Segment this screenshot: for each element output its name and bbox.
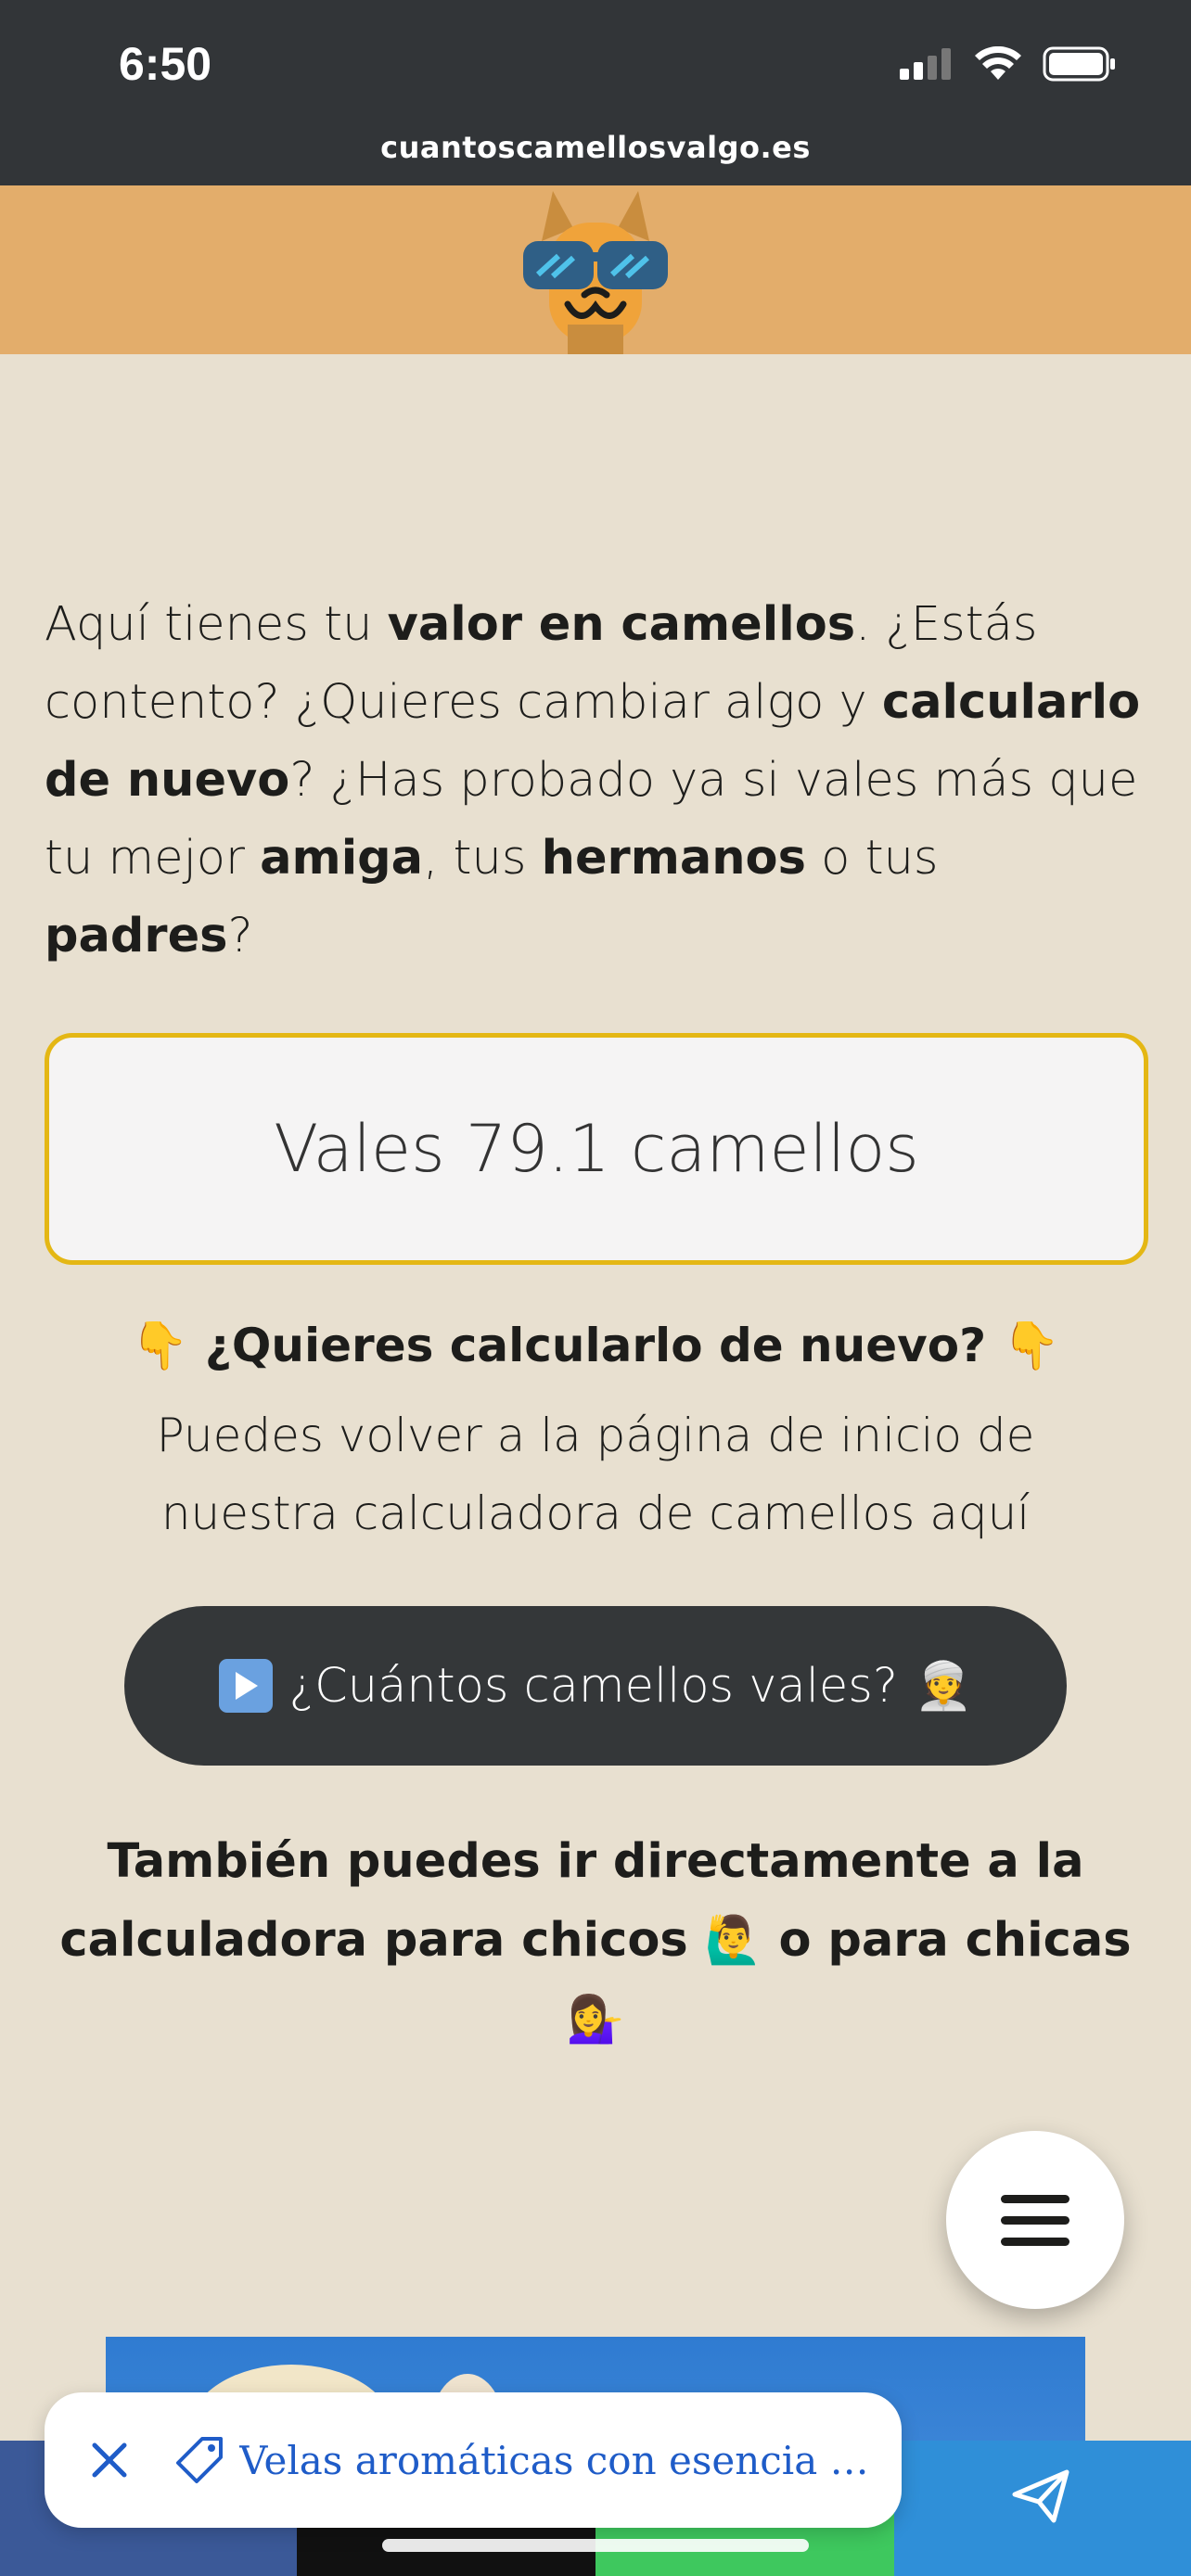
- intro-text-5: o tus: [805, 831, 939, 886]
- wifi-icon: [975, 46, 1021, 80]
- intro-bold-1: valor en camellos: [387, 597, 856, 652]
- girls-calculator-link[interactable]: o para chicas: [779, 1913, 1132, 1968]
- result-text: Vales 79.1 camellos: [274, 1111, 919, 1187]
- hamburger-icon: [1001, 2215, 1069, 2225]
- hamburger-icon: [1001, 2194, 1069, 2203]
- play-icon: [218, 1659, 273, 1713]
- woman-tipping-hand-icon: 💁‍♀️: [566, 1992, 625, 2046]
- paper-plane-icon: [1012, 2469, 1069, 2523]
- man-raising-hand-icon: 🙋‍♂️: [704, 1913, 762, 1967]
- status-icons: [900, 46, 1117, 82]
- camel-logo-icon[interactable]: [516, 185, 675, 354]
- point-down-icon: 👇: [1002, 1319, 1060, 1372]
- intro-text-4: , tus: [423, 831, 542, 886]
- status-time: 6:50: [119, 38, 212, 90]
- status-bar: 6:50 cuantoscamellosvalgo.es: [0, 0, 1191, 185]
- calculate-button-label: ¿Cuántos camellos vales?: [288, 1658, 898, 1714]
- calculate-button[interactable]: ¿Cuántos camellos vales? 👳: [124, 1606, 1067, 1766]
- url-bar[interactable]: cuantoscamellosvalgo.es: [0, 130, 1191, 165]
- point-down-icon: 👇: [131, 1319, 189, 1372]
- intro-text-1: Aquí tienes tu: [45, 597, 388, 652]
- tag-icon: [174, 2435, 224, 2485]
- ad-toast[interactable]: Velas aromáticas con esencia d…: [45, 2392, 902, 2528]
- recalculate-text: Puedes volver a la página de inicio de n…: [156, 1409, 1035, 1540]
- intro-paragraph: Aquí tienes tu valor en camellos. ¿Estás…: [45, 586, 1148, 976]
- intro-bold-4: hermanos: [541, 831, 806, 886]
- close-icon[interactable]: [45, 2442, 174, 2479]
- intro-bold-5: padres: [45, 909, 228, 963]
- home-indicator[interactable]: [382, 2539, 809, 2552]
- turban-man-icon: 👳: [914, 1658, 973, 1713]
- recalculate-title: ¿Quieres calcularlo de nuevo?: [204, 1319, 987, 1372]
- share-telegram-button[interactable]: [894, 2441, 1191, 2576]
- gender-calculators-text: También puedes ir directamente a la calc…: [37, 1823, 1154, 2059]
- hamburger-icon: [1001, 2237, 1069, 2246]
- recalculate-heading: 👇 ¿Quieres calcularlo de nuevo? 👇: [0, 1319, 1191, 1373]
- result-box: Vales 79.1 camellos: [45, 1033, 1148, 1265]
- signal-icon: [900, 48, 951, 80]
- intro-text-6: ?: [227, 909, 253, 963]
- menu-button[interactable]: [946, 2131, 1124, 2309]
- battery-icon: [1043, 46, 1115, 82]
- intro-bold-3: amiga: [260, 831, 424, 886]
- ad-toast-text[interactable]: Velas aromáticas con esencia d…: [239, 2438, 889, 2483]
